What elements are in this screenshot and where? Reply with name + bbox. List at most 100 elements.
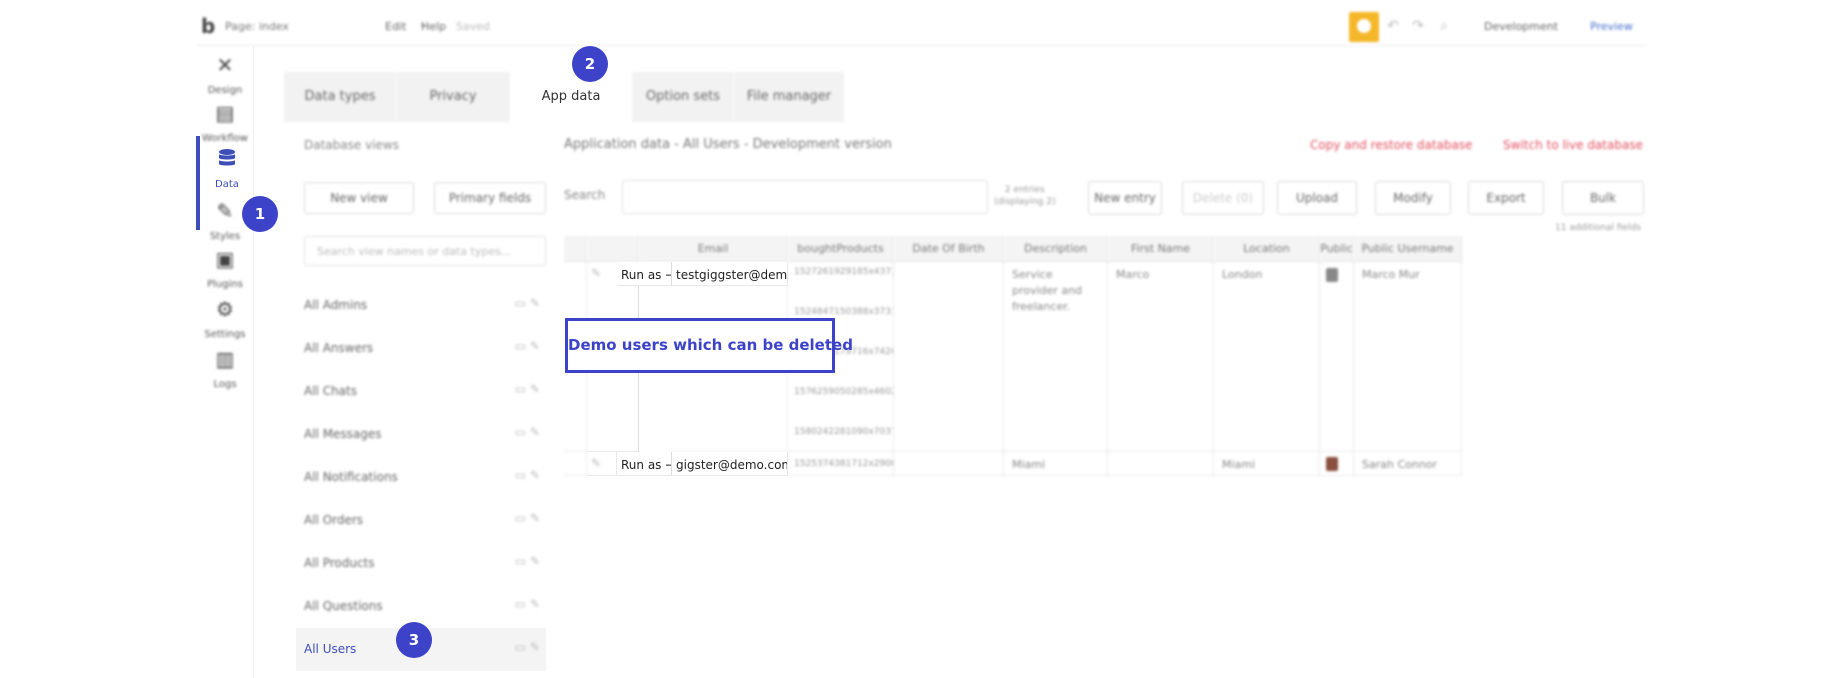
view-item-label: All Messages <box>304 427 382 441</box>
first-name-cell[interactable]: Marco <box>1108 262 1214 452</box>
select-all-checkbox[interactable] <box>564 236 587 262</box>
view-item-label: All Orders <box>304 513 364 527</box>
view-item-admins[interactable]: All Admins ▭ ✎ <box>304 284 546 327</box>
pencil-icon[interactable]: ✎ <box>591 266 601 280</box>
tab-privacy[interactable]: Privacy <box>396 72 510 122</box>
menu-help[interactable]: Help <box>421 20 446 33</box>
dob-cell[interactable] <box>894 452 1004 476</box>
rail-logs[interactable]: ▥ Logs <box>196 340 254 396</box>
run-as-button[interactable]: Run as → <box>617 452 672 476</box>
view-item-orders[interactable]: All Orders ▭ ✎ <box>304 499 546 542</box>
search-icon[interactable]: ⌕ <box>1435 18 1453 36</box>
environment-selector[interactable]: Development <box>1484 20 1558 33</box>
table-header[interactable]: Date Of Birth <box>894 236 1004 262</box>
preview-link[interactable]: Preview <box>1590 20 1633 33</box>
app-data-title: Application data - All Users - Developme… <box>564 137 892 152</box>
view-actions-icon[interactable]: ▭ ✎ <box>515 597 540 611</box>
upload-button[interactable]: Upload <box>1277 181 1357 215</box>
design-icon: ✕ <box>216 53 234 77</box>
table-header[interactable]: Email <box>639 236 788 262</box>
avatar-image <box>1326 457 1338 471</box>
view-item-questions[interactable]: All Questions ▭ ✎ <box>304 585 546 628</box>
data-tabs: Data types Privacy App data Option sets … <box>284 72 844 122</box>
email-cell[interactable]: gigster@demo.com <box>672 452 788 476</box>
username-cell[interactable]: Marco Mur <box>1354 262 1462 452</box>
tab-data-types[interactable]: Data types <box>284 72 396 122</box>
switch-live-link[interactable]: Switch to live database <box>1503 138 1643 152</box>
rail-label: Data <box>215 179 239 190</box>
view-item-label: All Questions <box>304 599 383 613</box>
modify-button[interactable]: Modify <box>1375 181 1451 215</box>
table-header[interactable]: Public Username <box>1354 236 1462 262</box>
table-header[interactable]: Public <box>1320 236 1354 262</box>
page-selector[interactable]: Page: index <box>225 20 289 33</box>
dob-cell[interactable] <box>894 262 1004 452</box>
brush-icon: ✎ <box>216 199 234 223</box>
rail-label: Plugins <box>207 279 243 290</box>
first-name-cell[interactable] <box>1108 452 1214 476</box>
view-actions-icon[interactable]: ▭ ✎ <box>515 468 540 482</box>
redo-icon[interactable]: ↷ <box>1409 18 1427 36</box>
pencil-icon[interactable]: ✎ <box>591 456 601 470</box>
search-label: Search <box>564 188 606 202</box>
view-item-products[interactable]: All Products ▭ ✎ <box>304 542 546 585</box>
run-as-button[interactable]: Run as → <box>617 262 672 286</box>
search-input[interactable] <box>622 180 988 214</box>
count-line: 2 entries <box>1004 185 1045 195</box>
left-rail: ✕ Design ▤ Workflow Data ✎ Styles ▣ Plug… <box>196 46 254 678</box>
view-actions-icon[interactable]: ▭ ✎ <box>515 296 540 310</box>
view-actions-icon[interactable]: ▭ ✎ <box>515 640 540 654</box>
username-cell[interactable]: Sarah Connor <box>1354 452 1462 476</box>
view-item-chats[interactable]: All Chats ▭ ✎ <box>304 370 546 413</box>
rail-plugins[interactable]: ▣ Plugins <box>196 240 254 296</box>
view-actions-icon[interactable]: ▭ ✎ <box>515 554 540 568</box>
public-cell[interactable] <box>1320 452 1354 476</box>
view-actions-icon[interactable]: ▭ ✎ <box>515 425 540 439</box>
public-cell[interactable] <box>1320 262 1354 452</box>
issues-button[interactable] <box>1349 12 1379 42</box>
view-actions-icon[interactable]: ▭ ✎ <box>515 339 540 353</box>
location-cell[interactable]: Miami <box>1214 452 1320 476</box>
products-cell[interactable]: 1525374381712x2906 <box>788 452 894 476</box>
gear-icon: ⚙ <box>216 297 234 321</box>
view-item-messages[interactable]: All Messages ▭ ✎ <box>304 413 546 456</box>
tab-file-manager[interactable]: File manager <box>734 72 844 122</box>
view-item-notifications[interactable]: All Notifications ▭ ✎ <box>304 456 546 499</box>
new-entry-button[interactable]: New entry <box>1088 181 1162 215</box>
view-item-label: All Notifications <box>304 470 398 484</box>
logs-icon: ▥ <box>215 347 235 371</box>
description-cell[interactable]: Service provider and freelancer. <box>1004 262 1108 452</box>
view-item-label: All Users <box>304 642 357 656</box>
tab-option-sets[interactable]: Option sets <box>632 72 734 122</box>
table-header[interactable]: Location <box>1214 236 1320 262</box>
menu-edit[interactable]: Edit <box>385 20 406 33</box>
warning-icon <box>1357 19 1371 33</box>
view-search-input[interactable]: Search view names or data types... <box>304 236 546 266</box>
avatar-image <box>1326 268 1338 282</box>
view-actions-icon[interactable]: ▭ ✎ <box>515 382 540 396</box>
save-status: Saved <box>456 20 490 33</box>
table-header[interactable]: Description <box>1004 236 1108 262</box>
rail-settings[interactable]: ⚙ Settings <box>196 290 254 346</box>
copy-restore-link[interactable]: Copy and restore database <box>1310 138 1473 152</box>
view-actions-icon[interactable]: ▭ ✎ <box>515 511 540 525</box>
email-cell[interactable]: testgiggster@demo.com <box>672 262 788 286</box>
undo-icon[interactable]: ↶ <box>1384 18 1402 36</box>
primary-fields-button[interactable]: Primary fields <box>434 182 546 214</box>
view-item-label: All Products <box>304 556 375 570</box>
table-header[interactable]: First Name <box>1108 236 1214 262</box>
new-view-button[interactable]: New view <box>304 182 414 214</box>
bulk-button[interactable]: Bulk <box>1562 181 1644 215</box>
tab-app-data[interactable]: App data <box>510 72 632 122</box>
export-button[interactable]: Export <box>1468 181 1544 215</box>
view-item-answers[interactable]: All Answers ▭ ✎ <box>304 327 546 370</box>
database-icon <box>219 149 235 166</box>
product-id: 1524847150388x3731 <box>794 307 894 317</box>
row-checkbox[interactable] <box>564 452 587 476</box>
view-item-label: All Answers <box>304 341 374 355</box>
delete-button[interactable]: Delete (0) <box>1182 181 1264 215</box>
table-header[interactable]: boughtProducts <box>788 236 894 262</box>
bubble-logo-icon[interactable]: b <box>201 16 217 36</box>
location-cell[interactable]: London <box>1214 262 1320 452</box>
description-cell[interactable]: Miami <box>1004 452 1108 476</box>
